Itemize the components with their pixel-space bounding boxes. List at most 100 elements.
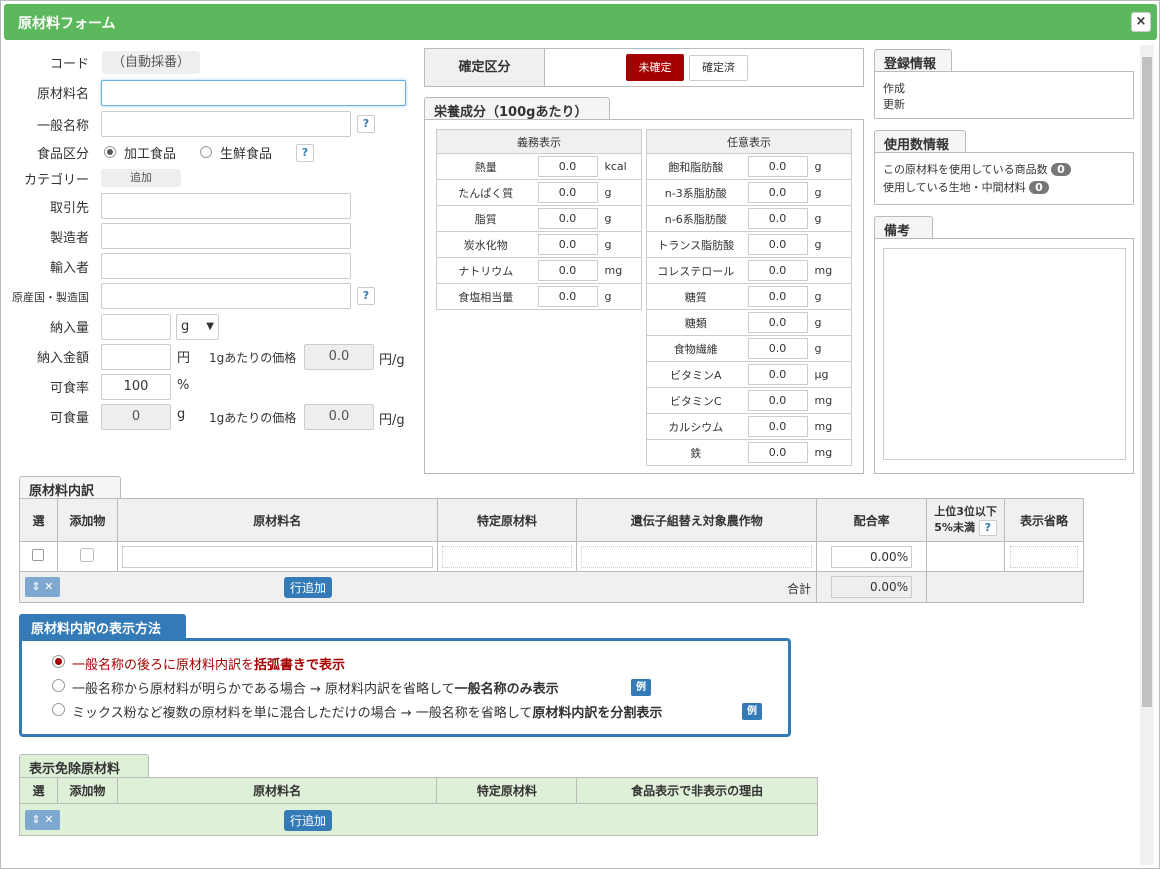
nutrient-value-input[interactable]: 0.0: [747, 416, 808, 437]
nutrient-value-input[interactable]: 0.0: [747, 208, 808, 229]
confirmed-button[interactable]: 確定済: [689, 55, 748, 81]
delete-row-icon[interactable]: ✕: [44, 580, 53, 593]
nutrient-value-cell: 0.0: [744, 387, 811, 414]
display-opt3-example-button[interactable]: 例: [742, 703, 762, 720]
origin-help-icon[interactable]: ?: [357, 287, 375, 305]
total-value-pct: %: [896, 580, 909, 594]
exempt-sort-icon[interactable]: ⇕: [32, 813, 41, 826]
nutrient-unit: μg: [810, 361, 852, 388]
row-allergen-input[interactable]: [441, 545, 573, 568]
row-omit-input[interactable]: [1010, 545, 1078, 568]
nutrient-unit: g: [810, 179, 852, 206]
code-value: （自動採番）: [102, 51, 200, 74]
nutrient-value-cell: 0.0: [744, 283, 811, 310]
row-material-name-input[interactable]: [121, 545, 433, 568]
nutrition-row: ナトリウム 0.0 mg: [436, 257, 642, 284]
nutrient-value-cell: 0.0: [744, 413, 811, 440]
display-opt2-radio[interactable]: [52, 679, 65, 692]
row-omit-cell: [1004, 541, 1084, 572]
row-additive-checkbox[interactable]: [80, 548, 95, 562]
nutrient-value-cell: 0.0: [744, 257, 811, 284]
category-label: カテゴリー: [23, 173, 89, 188]
nutrition-row: カルシウム 0.0 mg: [646, 413, 852, 440]
edible-rate-input[interactable]: 100: [101, 374, 171, 400]
nutrient-name: 炭水化物: [436, 231, 535, 258]
code-label: コード: [49, 57, 89, 72]
exempt-delete-icon[interactable]: ✕: [44, 813, 53, 826]
display-opt2-example-button[interactable]: 例: [631, 679, 651, 696]
row-select-checkbox[interactable]: [32, 549, 45, 561]
nutrient-value-input[interactable]: 0.0: [537, 182, 598, 203]
row-top3-cell: [926, 541, 1006, 572]
nutrient-value-input[interactable]: 0.0: [747, 182, 808, 203]
sort-icon[interactable]: ⇕: [32, 580, 41, 593]
price-input[interactable]: [101, 344, 171, 370]
nutrient-unit: g: [600, 231, 642, 258]
quantity-unit-select[interactable]: g ▼: [176, 314, 219, 340]
row-gmo-input[interactable]: [581, 545, 813, 568]
nutrient-value-input[interactable]: 0.0: [537, 234, 598, 255]
origin-input[interactable]: [101, 283, 351, 309]
mandatory-header: 義務表示: [436, 129, 642, 154]
quantity-input[interactable]: [101, 314, 171, 340]
chevron-down-icon: ▼: [206, 321, 214, 332]
nutrient-value-input[interactable]: 0.0: [747, 390, 808, 411]
nutrient-unit: mg: [810, 257, 852, 284]
nutrient-unit: g: [810, 231, 852, 258]
nutrient-value-input[interactable]: 0.0: [537, 208, 598, 229]
edible-qty-unit: g: [177, 407, 186, 422]
nutrition-row: ビタミンC 0.0 mg: [646, 387, 852, 414]
display-opt1-radio[interactable]: [52, 655, 65, 668]
importer-label: 輸入者: [49, 261, 89, 276]
add-row-button[interactable]: 行追加: [284, 577, 333, 598]
nutrition-row: 熱量 0.0 kcal: [436, 153, 642, 180]
scrollbar-thumb[interactable]: [1142, 57, 1152, 707]
common-name-input[interactable]: [101, 111, 351, 137]
quantity-label: 納入量: [49, 321, 89, 336]
nutrient-value-cell: 0.0: [744, 153, 811, 180]
nutrient-value-input[interactable]: 0.0: [747, 234, 808, 255]
supplier-label: 取引先: [49, 201, 89, 216]
row-rate-input[interactable]: 0.00%: [831, 545, 913, 568]
exempt-add-row-button[interactable]: 行追加: [284, 810, 333, 831]
nutrient-value-input[interactable]: 0.0: [747, 260, 808, 281]
importer-input[interactable]: [101, 253, 351, 279]
nutrient-value-input[interactable]: 0.0: [747, 312, 808, 333]
food-type-help-icon[interactable]: ?: [296, 144, 314, 162]
nutrient-value-input[interactable]: 0.0: [747, 364, 808, 385]
nutrient-value-input[interactable]: 0.0: [747, 338, 808, 359]
row-rate-cell: 0.00%: [816, 541, 928, 572]
vertical-scrollbar[interactable]: [1140, 45, 1154, 865]
confirm-section: 確定区分 未確定 確定済: [424, 48, 864, 87]
nutrition-row: 糖類 0.0 g: [646, 309, 852, 336]
nutrition-row: 鉄 0.0 mg: [646, 439, 852, 466]
nutrient-value-input[interactable]: 0.0: [537, 286, 598, 307]
common-name-help-icon[interactable]: ?: [357, 115, 375, 133]
close-icon[interactable]: ×: [1131, 12, 1151, 32]
nutrient-value-input[interactable]: 0.0: [747, 442, 808, 463]
unconfirmed-button[interactable]: 未確定: [626, 54, 684, 81]
raw-material-form-window: 原材料フォーム × コード （自動採番） 原材料名 一般名称 ? 食品区分 加工…: [0, 0, 1160, 869]
fresh-food-radio[interactable]: [200, 146, 212, 158]
total-value: 0.00%: [831, 576, 913, 598]
category-add-button[interactable]: 追加: [101, 169, 181, 187]
material-name-input[interactable]: [101, 80, 406, 106]
display-opt3-text: ミックス粉など複数の原材料を単に混合しただけの場合 → 一般名称を省略して原材料…: [72, 702, 662, 721]
col-material-name: 原材料名: [116, 498, 438, 542]
updated-label: 更新: [883, 98, 905, 111]
nutrient-value-input[interactable]: 0.0: [747, 156, 808, 177]
unit-price2-unit: 円/g: [379, 413, 405, 428]
exempt-table: 選 添加物 原材料名 特定原材料 食品表示で非表示の理由 ⇕ ✕ 行追加: [19, 777, 818, 836]
dough-count-badge: 0: [1029, 181, 1049, 194]
supplier-input[interactable]: [101, 193, 351, 219]
notes-textarea[interactable]: [883, 248, 1126, 460]
nutrient-value-input[interactable]: 0.0: [537, 156, 598, 177]
top3-help-icon[interactable]: ?: [978, 520, 997, 536]
display-opt3-radio[interactable]: [52, 703, 65, 716]
maker-input[interactable]: [101, 223, 351, 249]
nutrient-value-input[interactable]: 0.0: [747, 286, 808, 307]
nutrient-value-input[interactable]: 0.0: [537, 260, 598, 281]
processed-food-radio[interactable]: [104, 146, 116, 158]
col-omit: 表示省略: [1004, 498, 1084, 542]
row-rate-pct: %: [896, 549, 909, 564]
